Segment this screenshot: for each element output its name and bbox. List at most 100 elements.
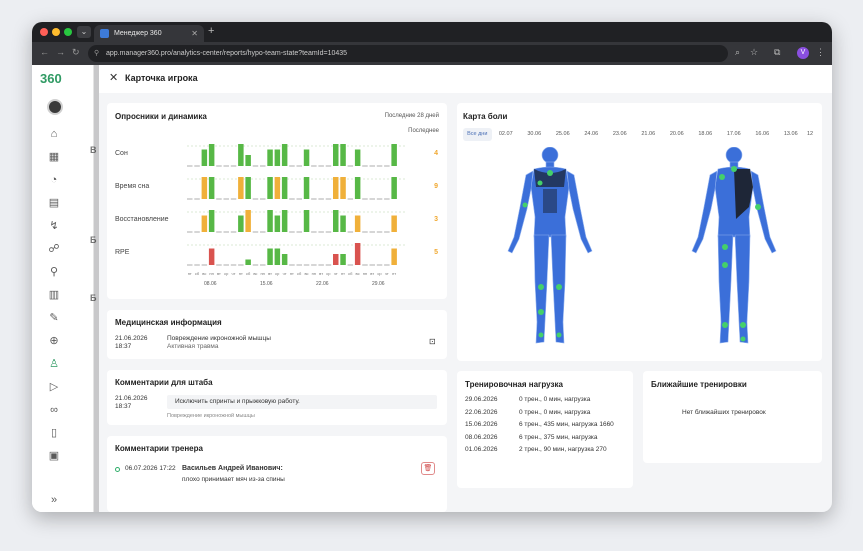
tab-title: Менеджер 360 <box>114 30 162 37</box>
address-bar-row: ← → ↻ ⚲ app.manager360.pro/analytics-cen… <box>32 42 832 65</box>
survey-bar <box>333 177 339 199</box>
survey-bars: пт сб вс пн вт ср чт пт сб вс пн вт ср чт пт сб вс пн вт ср… <box>187 144 405 276</box>
date-filter: Все дни 02.07 30.06 25.06 24.06 23.06 21… <box>463 128 815 142</box>
survey-bar <box>208 177 215 199</box>
survey-bar <box>333 254 339 265</box>
date-chip-all[interactable]: Все дни <box>463 128 492 141</box>
back-icon[interactable]: ← <box>40 47 49 57</box>
close-icon[interactable]: ✕ <box>109 71 118 84</box>
players-icon[interactable]: ☍ <box>47 242 61 256</box>
survey-bar <box>238 215 244 232</box>
survey-bar <box>238 144 244 166</box>
week-label: 29.06 <box>372 281 385 287</box>
day-tick: пт <box>188 271 192 276</box>
coach-comment-author: Васильев Андрей Иванович: <box>182 465 283 472</box>
comment-status-dot <box>115 467 120 472</box>
analytics-icon[interactable]: ◔ <box>47 173 61 187</box>
day-tick: вт <box>370 271 374 276</box>
week-label: 22.06 <box>316 281 329 287</box>
medical-icon[interactable]: ⊕ <box>47 334 61 348</box>
survey-bar <box>281 254 288 265</box>
load-date: 29.06.2026 <box>465 396 498 403</box>
survey-bar <box>267 149 273 166</box>
delete-comment-icon[interactable]: 🗑 <box>421 462 435 475</box>
body-figures[interactable] <box>457 147 822 357</box>
load-value: 2 трен., 90 мин, нагрузка 270 <box>519 446 607 453</box>
day-tick: вс <box>356 271 360 276</box>
video-icon[interactable]: ▷ <box>47 380 61 394</box>
survey-bar <box>340 254 346 265</box>
notes-icon[interactable]: ▯ <box>47 426 61 440</box>
load-value: 6 трен., 435 мин, нагрузка 1660 <box>519 421 614 428</box>
date-chip[interactable]: 23.06 <box>606 128 635 141</box>
load-date: 08.06.2026 <box>465 433 498 441</box>
day-tick: сб <box>246 271 251 276</box>
user-avatar[interactable] <box>47 99 63 115</box>
browser-tab[interactable]: Менеджер 360 ✕ <box>94 25 204 42</box>
day-tick: чт <box>283 271 287 276</box>
upcoming-empty: Нет ближайших тренировок <box>682 409 766 416</box>
date-chip[interactable]: 16.06 <box>748 128 777 141</box>
reload-icon[interactable]: ↻ <box>72 47 80 58</box>
date-chip[interactable]: 24.06 <box>577 128 606 141</box>
tasks-icon[interactable]: ↯ <box>47 219 61 233</box>
survey-bar <box>354 177 361 199</box>
bookmark-star-icon[interactable]: ☆ <box>750 47 758 58</box>
date-chip[interactable]: 13.06 <box>777 128 806 141</box>
extensions-icon[interactable]: ⧉ <box>774 47 780 58</box>
staff-comments-card: Комментарии для штаба 21.06.2026 18:37 И… <box>107 370 447 425</box>
zoom-icon[interactable]: ⌕ <box>735 47 740 58</box>
tab-close-icon[interactable]: ✕ <box>191 25 198 42</box>
medical-diagnosis: Повреждение икроножной мышцы <box>167 335 271 342</box>
new-tab-icon[interactable]: + <box>208 25 214 37</box>
url-field[interactable]: ⚲ app.manager360.pro/analytics-center/re… <box>88 45 728 62</box>
documents-icon[interactable]: ▥ <box>47 288 61 302</box>
date-chip[interactable]: 18.06 <box>691 128 720 141</box>
date-chip[interactable]: 17.06 <box>720 128 749 141</box>
date-chip[interactable]: 20.06 <box>663 128 692 141</box>
tab-list-chevron-icon[interactable]: ⌄ <box>77 26 91 38</box>
survey-bar <box>333 144 339 166</box>
day-tick: вт <box>217 271 221 276</box>
date-chip[interactable]: 12 <box>805 128 815 141</box>
back-body-figure[interactable] <box>691 147 777 344</box>
day-tick: пт <box>290 271 294 276</box>
coach-comment-text: плохо принимает мяч из-за спины <box>182 476 285 483</box>
profile-avatar[interactable]: V <box>797 47 809 59</box>
date-chip[interactable]: 30.06 <box>520 128 549 141</box>
close-window-dot[interactable] <box>40 28 48 36</box>
app-logo[interactable]: 360 <box>40 71 62 86</box>
date-chip[interactable]: 02.07 <box>492 128 521 141</box>
coach-comment-datetime: 06.07.2026 17:22 <box>125 465 176 472</box>
survey-bar <box>274 177 281 199</box>
open-record-icon[interactable]: ⊡ <box>429 337 436 346</box>
date-chip[interactable]: 21.06 <box>634 128 663 141</box>
edit-icon[interactable]: ✎ <box>47 311 61 325</box>
team-icon[interactable]: ♙ <box>47 357 61 371</box>
sidebar: 360 ⌂ ▦ ◔ ▤ ↯ ☍ ⚲ ▥ ✎ ⊕ ♙ ▷ ∞ ▯ ▣ » В Б … <box>32 65 97 512</box>
maximize-window-dot[interactable] <box>64 28 72 36</box>
date-chip[interactable]: 25.06 <box>549 128 578 141</box>
calendar-icon[interactable]: ▦ <box>47 150 61 164</box>
report-icon[interactable]: ▤ <box>47 196 61 210</box>
survey-bar <box>340 144 346 166</box>
forward-icon[interactable]: → <box>56 47 65 57</box>
pain-map-title: Карта боли <box>463 112 508 121</box>
links-icon[interactable]: ∞ <box>47 403 61 417</box>
statistics-icon[interactable]: ▣ <box>47 449 61 463</box>
site-info-icon[interactable]: ⚲ <box>94 45 99 62</box>
minimize-window-dot[interactable] <box>52 28 60 36</box>
browser-menu-icon[interactable]: ⋮ <box>816 47 825 58</box>
survey-bar <box>391 144 397 166</box>
day-tick: вс <box>253 271 257 276</box>
survey-bar <box>281 177 288 199</box>
search-players-icon[interactable]: ⚲ <box>47 265 61 279</box>
medical-title: Медицинская информация <box>115 318 222 327</box>
pain-map-card: Карта боли Все дни 02.07 30.06 25.06 24.… <box>457 103 822 361</box>
medical-date: 21.06.2026 <box>115 335 148 342</box>
home-icon[interactable]: ⌂ <box>47 127 61 141</box>
day-tick: вт <box>268 271 272 276</box>
expand-sidebar-icon[interactable]: » <box>47 493 61 507</box>
survey-bar <box>274 215 281 232</box>
medical-time: 18:37 <box>115 343 132 350</box>
